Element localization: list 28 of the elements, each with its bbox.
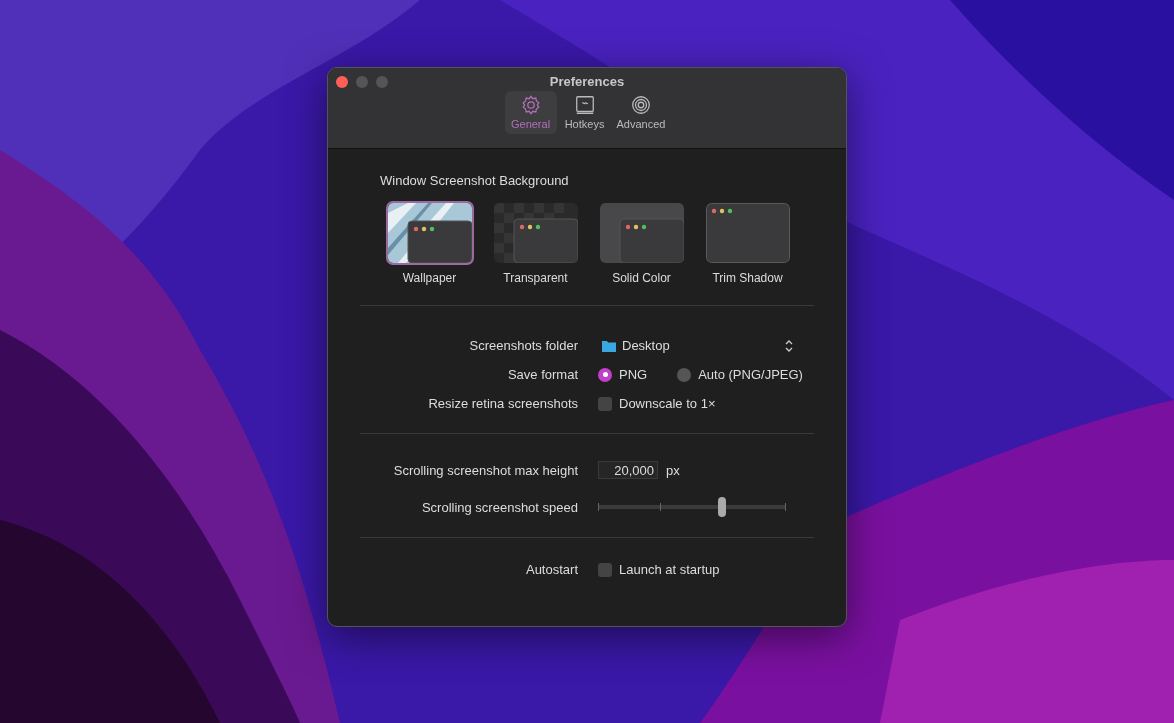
checkbox[interactable]: Launch at startup [598,562,720,577]
setting-label: Autostart [524,562,578,577]
number-field[interactable]: 20,000 [598,461,658,479]
radio-option[interactable]: Auto (PNG/JPEG) [677,367,803,382]
folder-icon [602,339,616,352]
spiral-icon [630,94,652,116]
close-button[interactable] [336,76,348,88]
section-title: Window Screenshot Background [380,173,570,188]
toolbar-tab[interactable]: Hotkeys [558,91,611,134]
setting-label: Save format [506,367,578,382]
background-option[interactable]: Wallpaper [387,203,472,285]
background-option[interactable]: Transparent [493,203,578,285]
setting-label: Screenshots folder [468,338,578,353]
background-option[interactable]: Solid Color [599,203,684,285]
background-option[interactable]: Trim Shadow [705,203,790,285]
slider-thumb[interactable] [718,497,727,517]
settings-icon [519,94,542,116]
unit-label: px [666,462,680,478]
setting-label: Scrolling screenshot speed [420,499,578,515]
folder-popup[interactable]: Desktop [598,338,793,353]
checkbox[interactable]: Downscale to 1× [598,396,716,411]
setting-label: Resize retina screenshots [427,396,578,411]
window-title: Preferences [549,74,625,89]
toolbar-tab[interactable]: Advanced [612,91,670,134]
radio-option[interactable]: PNG [598,367,648,382]
keyboard-icon [573,94,596,116]
setting-label: Scrolling screenshot max height [392,462,578,478]
chevron-icon [785,339,793,352]
